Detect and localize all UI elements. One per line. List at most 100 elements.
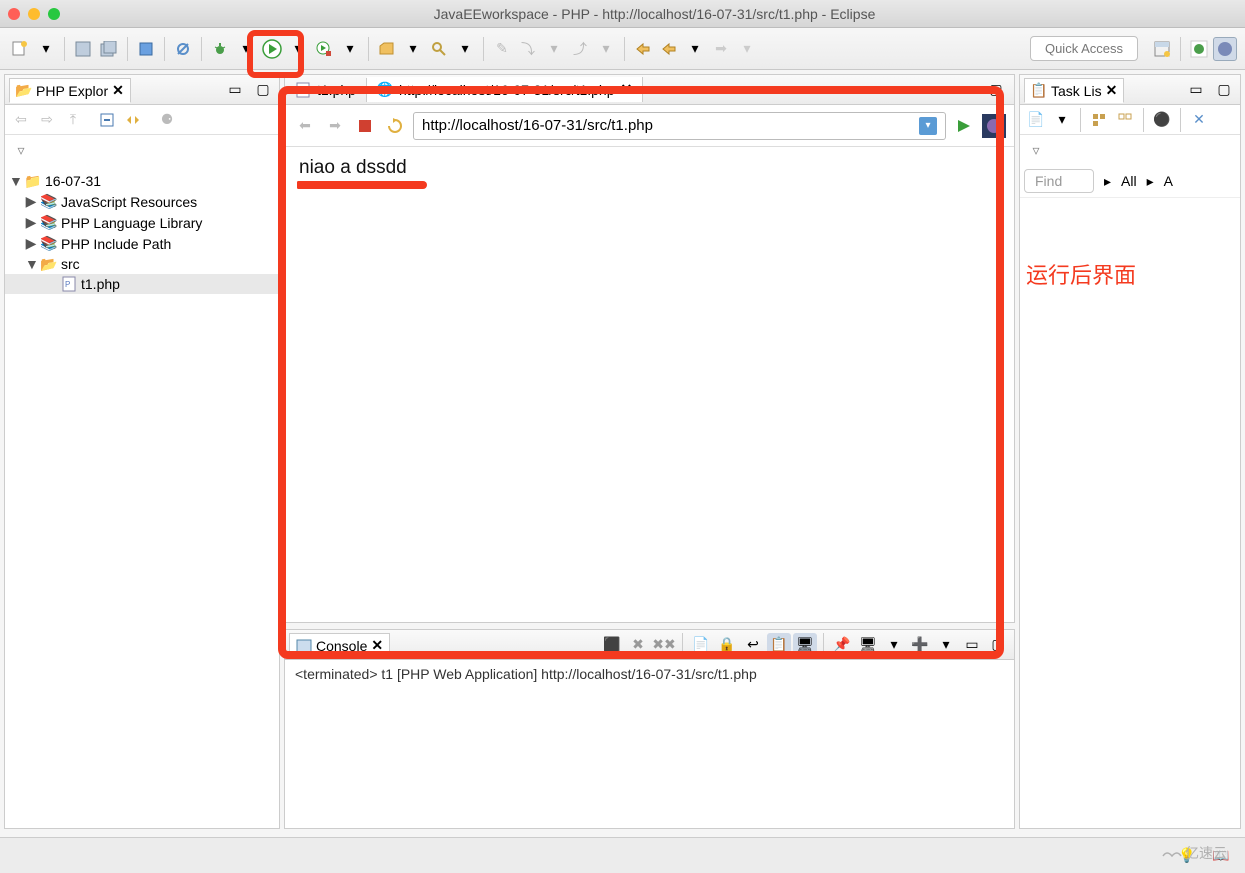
- maximize-icon[interactable]: ▢: [984, 78, 1008, 102]
- maximize-icon[interactable]: ▢: [1212, 78, 1236, 102]
- tree-php-include[interactable]: ▶ 📚 PHP Include Path: [5, 233, 279, 254]
- tree-src-folder[interactable]: ▼ 📂 src: [5, 254, 279, 274]
- last-edit-icon[interactable]: [631, 37, 655, 61]
- editor-tab-source[interactable]: P t1.php: [285, 78, 367, 102]
- browser-back-icon[interactable]: ⬅: [293, 114, 317, 138]
- terminate-icon[interactable]: ⬛: [600, 633, 624, 657]
- skip-breakpoints-icon[interactable]: [171, 37, 195, 61]
- quick-access-input[interactable]: Quick Access: [1030, 36, 1138, 61]
- minimize-icon[interactable]: ▭: [223, 78, 247, 102]
- dropdown-icon[interactable]: ▾: [1050, 108, 1074, 132]
- browser-go-icon[interactable]: [952, 114, 976, 138]
- close-icon[interactable]: ✕: [621, 81, 633, 98]
- tree-php-lang-lib[interactable]: ▶ 📚 PHP Language Library: [5, 212, 279, 233]
- console-tab[interactable]: Console ✕: [289, 633, 390, 658]
- expand-icon[interactable]: ▼: [9, 173, 21, 189]
- scroll-lock-icon[interactable]: 🔒: [715, 633, 739, 657]
- tree-project-root[interactable]: ▼ 📁 16-07-31: [5, 171, 279, 191]
- remove-all-icon[interactable]: ✖✖: [652, 633, 676, 657]
- dropdown-icon[interactable]: ▾: [401, 37, 425, 61]
- expand-icon[interactable]: ▶: [25, 214, 37, 231]
- new-button[interactable]: [8, 37, 32, 61]
- editor-tab-browser[interactable]: 🌐 http://localhost/16-07-31/src/t1.php ✕: [367, 77, 643, 102]
- back-nav-icon[interactable]: ⇦: [9, 108, 33, 132]
- browser-refresh-icon[interactable]: [383, 114, 407, 138]
- expand-icon[interactable]: ▶: [25, 193, 37, 210]
- php-perspective-icon[interactable]: [1213, 37, 1237, 61]
- save-button[interactable]: [71, 37, 95, 61]
- sync-icon[interactable]: ✕: [1187, 108, 1211, 132]
- open-type-button[interactable]: [375, 37, 399, 61]
- expand-icon[interactable]: ▼: [25, 256, 37, 272]
- dropdown-icon[interactable]: ▾: [338, 37, 362, 61]
- new-task-icon[interactable]: 📄: [1024, 108, 1048, 132]
- categorize-icon[interactable]: [1087, 108, 1111, 132]
- filter-all-link[interactable]: All: [1121, 173, 1137, 189]
- close-icon[interactable]: ✕: [112, 82, 124, 99]
- save-all-button[interactable]: [97, 37, 121, 61]
- view-menu-icon[interactable]: ▿: [1024, 138, 1048, 162]
- wand-icon[interactable]: ✎: [490, 37, 514, 61]
- dropdown-icon[interactable]: ▾: [934, 633, 958, 657]
- close-icon[interactable]: ✕: [1106, 82, 1118, 99]
- back-button[interactable]: [657, 37, 681, 61]
- run-button[interactable]: [260, 37, 284, 61]
- view-menu-icon[interactable]: ▿: [9, 138, 33, 162]
- clear-console-icon[interactable]: 📄: [689, 633, 713, 657]
- chevron-right-icon[interactable]: ▸: [1147, 173, 1154, 190]
- expand-icon[interactable]: ▶: [25, 235, 37, 252]
- collapse-all-icon[interactable]: [95, 108, 119, 132]
- link-editor-icon[interactable]: [121, 108, 145, 132]
- dropdown-icon[interactable]: ▾: [34, 37, 58, 61]
- task-list-tab[interactable]: 📋 Task Lis ✕: [1024, 78, 1124, 103]
- close-icon[interactable]: ✕: [371, 637, 383, 654]
- dropdown-icon[interactable]: ▾: [882, 633, 906, 657]
- remove-launch-icon[interactable]: ✖: [626, 633, 650, 657]
- next-annotation-icon[interactable]: ⤵: [516, 37, 540, 61]
- chevron-right-icon[interactable]: ▸: [1104, 173, 1111, 190]
- dropdown-icon[interactable]: ▾: [594, 37, 618, 61]
- dropdown-icon[interactable]: ▾: [286, 37, 310, 61]
- maximize-icon[interactable]: ▢: [986, 633, 1010, 657]
- dropdown-icon[interactable]: ▾: [735, 37, 759, 61]
- close-window-icon[interactable]: [8, 8, 20, 20]
- debug-perspective-icon[interactable]: [1187, 37, 1211, 61]
- url-input[interactable]: http://localhost/16-07-31/src/t1.php ▾: [413, 112, 946, 140]
- forward-nav-icon[interactable]: ⇨: [35, 108, 59, 132]
- debug-button[interactable]: [208, 37, 232, 61]
- focus-icon[interactable]: ⚫: [1150, 108, 1174, 132]
- browser-stop-icon[interactable]: [353, 114, 377, 138]
- dropdown-icon[interactable]: ▾: [683, 37, 707, 61]
- up-nav-icon[interactable]: ⤒: [61, 108, 85, 132]
- open-console-icon[interactable]: 🖥: [856, 633, 880, 657]
- browser-forward-icon[interactable]: ➡: [323, 114, 347, 138]
- filter-a-link[interactable]: A: [1164, 173, 1173, 189]
- forward-button[interactable]: ➡: [709, 37, 733, 61]
- new-console-icon[interactable]: ➕: [908, 633, 932, 657]
- toggle-folding-icon[interactable]: [134, 37, 158, 61]
- dropdown-icon[interactable]: ▾: [542, 37, 566, 61]
- prev-annotation-icon[interactable]: ⤴: [568, 37, 592, 61]
- pin-icon[interactable]: 📌: [830, 633, 854, 657]
- minimize-window-icon[interactable]: [28, 8, 40, 20]
- url-dropdown-icon[interactable]: ▾: [919, 117, 937, 135]
- pin-console-icon[interactable]: 📋: [767, 633, 791, 657]
- schedule-icon[interactable]: [1113, 108, 1137, 132]
- filters-icon[interactable]: ⚈: [155, 108, 179, 132]
- dropdown-icon[interactable]: ▾: [234, 37, 258, 61]
- zoom-window-icon[interactable]: [48, 8, 60, 20]
- find-input[interactable]: Find: [1024, 169, 1094, 193]
- minimize-icon[interactable]: ▭: [956, 78, 980, 102]
- tree-js-resources[interactable]: ▶ 📚 JavaScript Resources: [5, 191, 279, 212]
- open-perspective-icon[interactable]: [1150, 37, 1174, 61]
- word-wrap-icon[interactable]: ↩: [741, 633, 765, 657]
- minimize-icon[interactable]: ▭: [960, 633, 984, 657]
- tree-file-t1[interactable]: P t1.php: [5, 274, 279, 294]
- run-last-button[interactable]: [312, 37, 336, 61]
- maximize-icon[interactable]: ▢: [251, 78, 275, 102]
- eclipse-icon[interactable]: [982, 114, 1006, 138]
- search-button[interactable]: [427, 37, 451, 61]
- minimize-icon[interactable]: ▭: [1184, 78, 1208, 102]
- php-explorer-tab[interactable]: 📂 PHP Explor ✕: [9, 78, 131, 103]
- dropdown-icon[interactable]: ▾: [453, 37, 477, 61]
